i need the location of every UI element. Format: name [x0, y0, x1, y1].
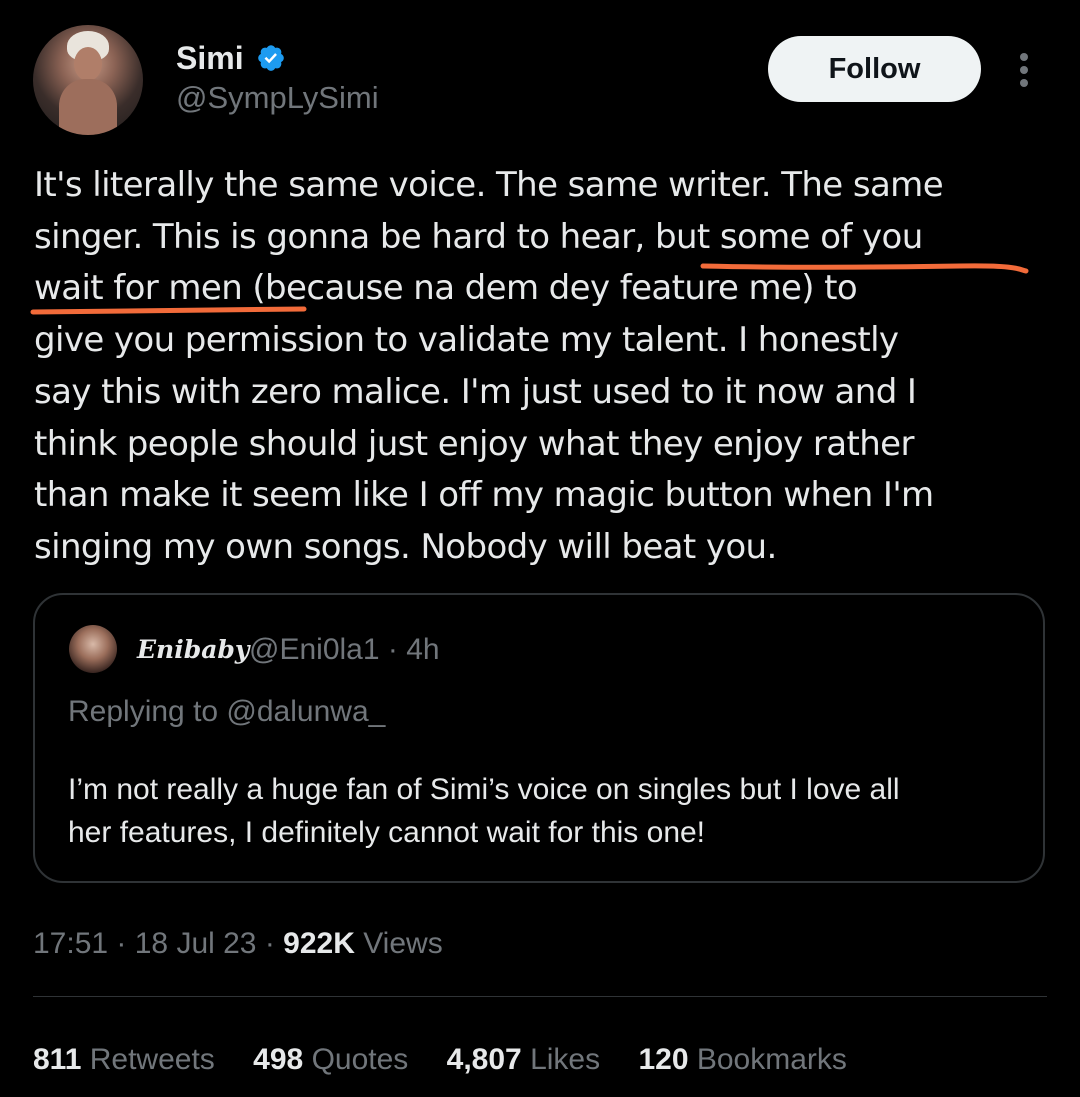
stat-label: Quotes [311, 1043, 409, 1076]
tweet-line: singer. This is gonna be hard to hear, b… [34, 216, 923, 257]
stat-label: Likes [530, 1043, 601, 1076]
avatar-face [74, 47, 102, 81]
divider [33, 996, 1047, 997]
tweet-line: give you permission to validate my talen… [34, 320, 899, 361]
tweet-timestamp[interactable]: 17:51 · 18 Jul 23 · [33, 927, 283, 960]
quoted-author-handle-time: @Eni0la1 · 4h [249, 633, 440, 666]
more-options-icon[interactable] [1010, 50, 1038, 90]
verified-check-icon [258, 45, 284, 71]
tweet-line: say this with zero malice. I'm just used… [34, 371, 917, 412]
avatar-body [59, 79, 117, 135]
quoted-tweet-text: I’m not really a huge fan of Simi’s voic… [68, 768, 1028, 854]
follow-button[interactable]: Follow [768, 36, 981, 102]
author-handle[interactable]: @SympLySimi [176, 78, 379, 118]
tweet-line: than make it seem like I off my magic bu… [34, 475, 934, 516]
bookmarks-stat[interactable]: 120 Bookmarks [638, 1040, 846, 1080]
stat-label: Retweets [89, 1043, 215, 1076]
tweet-line: think people should just enjoy what they… [34, 423, 914, 464]
stat-count: 811 [33, 1043, 82, 1076]
quoted-line: I’m not really a huge fan of Simi’s voic… [68, 773, 900, 806]
tweet-meta: 17:51 · 18 Jul 23 · 922K Views [33, 924, 443, 964]
quoted-author-avatar [69, 625, 117, 673]
retweets-stat[interactable]: 811 Retweets [33, 1040, 215, 1080]
quotes-stat[interactable]: 498 Quotes [253, 1040, 408, 1080]
likes-stat[interactable]: 4,807 Likes [447, 1040, 600, 1080]
tweet-line: singing my own songs. Nobody will beat y… [34, 526, 777, 567]
views-label: Views [354, 927, 443, 960]
views-count: 922K [283, 927, 355, 960]
quoted-tweet[interactable]: Enibaby @Eni0la1 · 4h Replying to @dalun… [33, 593, 1045, 883]
tweet-text: It's literally the same voice. The same … [34, 160, 1044, 574]
orange-underline-annotation [30, 306, 307, 315]
stat-label: Bookmarks [696, 1043, 847, 1076]
stat-count: 4,807 [446, 1043, 522, 1076]
replying-to: Replying to @dalunwa_ [68, 695, 386, 728]
engagement-stats: 811 Retweets 498 Quotes 4,807 Likes 120 … [33, 1040, 877, 1080]
stat-count: 120 [638, 1043, 689, 1076]
stat-count: 498 [253, 1043, 304, 1076]
author-avatar[interactable] [33, 25, 143, 135]
quoted-author-name: Enibaby [137, 635, 250, 664]
orange-underline-annotation [700, 263, 1029, 274]
author-name[interactable]: Simi [176, 38, 244, 78]
quoted-line: her features, I definitely cannot wait f… [68, 816, 706, 849]
tweet-line: It's literally the same voice. The same … [34, 165, 944, 205]
